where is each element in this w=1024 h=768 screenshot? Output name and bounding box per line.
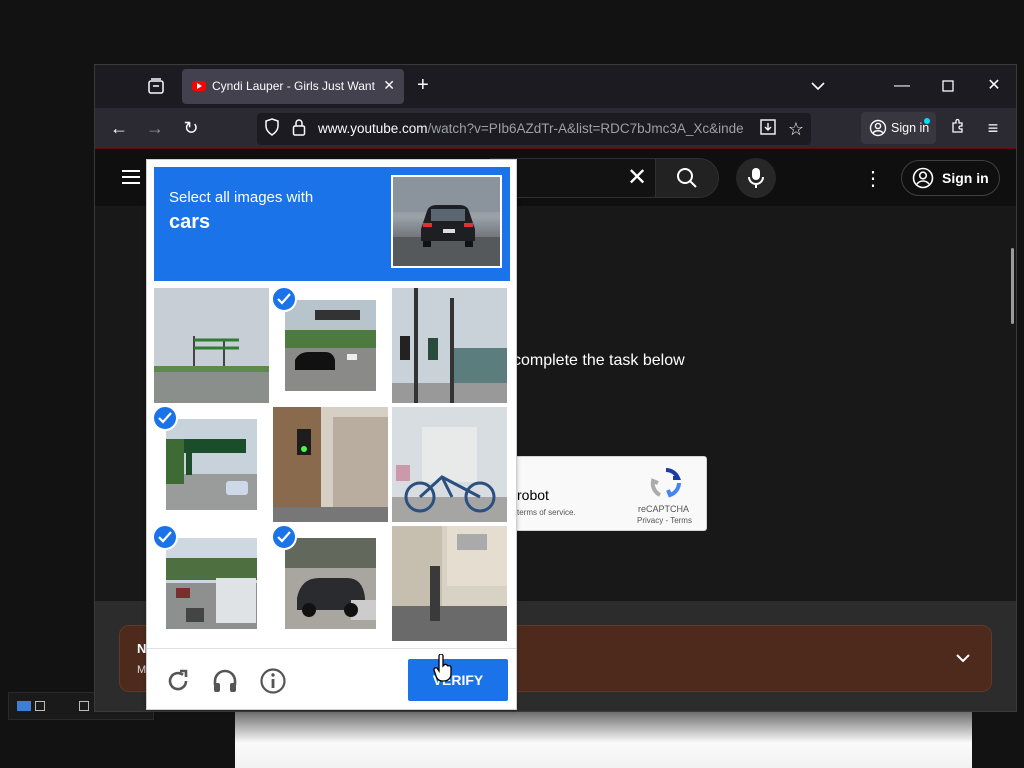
youtube-search-button[interactable] [655, 158, 719, 198]
youtube-signin-label: Sign in [942, 170, 989, 186]
privacy-terms-links[interactable]: Privacy - Terms [637, 516, 692, 525]
bookmark-star-icon[interactable]: ☆ [785, 118, 807, 140]
info-icon[interactable] [259, 667, 287, 695]
more-options-icon[interactable]: ⋮ [863, 166, 883, 190]
tos-text[interactable]: terms of service. [517, 508, 576, 517]
notice-title: N [137, 641, 147, 656]
maximize-icon[interactable] [937, 75, 959, 97]
captcha-footer: VERIFY [147, 648, 516, 711]
shield-icon[interactable] [261, 118, 283, 140]
clear-search-icon[interactable]: ✕ [623, 164, 651, 192]
reload-icon[interactable]: ↻ [180, 117, 202, 139]
account-icon [912, 167, 934, 189]
tile-image [154, 288, 269, 403]
url-text[interactable]: www.youtube.com/watch?v=PIb6AZdTr-A&list… [318, 121, 748, 136]
captcha-tile[interactable] [392, 407, 507, 522]
new-tab-icon[interactable]: + [417, 75, 429, 95]
tab-close-icon[interactable]: ✕ [383, 77, 395, 94]
audio-challenge-icon[interactable] [211, 667, 239, 695]
url-bar[interactable]: www.youtube.com/watch?v=PIb6AZdTr-A&list… [257, 113, 811, 145]
menu-icon[interactable]: ≡ [982, 117, 1004, 139]
background-document [235, 712, 972, 768]
youtube-favicon-icon [192, 81, 206, 91]
tile-image [166, 419, 257, 510]
captcha-target: cars [169, 211, 211, 233]
tile-image [392, 526, 507, 641]
hamburger-icon[interactable] [121, 168, 141, 186]
app-icon [17, 701, 31, 711]
recaptcha-brand: reCAPTCHA [638, 504, 690, 514]
list-all-tabs-icon[interactable] [809, 77, 827, 95]
chevron-down-icon[interactable] [953, 648, 973, 668]
recaptcha-checkbox-widget[interactable]: robot terms of service. reCAPTCHA Privac… [504, 456, 707, 531]
url-path: /watch?v=PIb6AZdTr-A&list=RDC7bJmc3A_Xc&… [427, 121, 744, 136]
captcha-tile[interactable] [392, 288, 507, 403]
recaptcha-logo-icon [650, 467, 682, 499]
reload-challenge-icon[interactable] [164, 667, 192, 695]
captcha-tile[interactable] [273, 407, 388, 522]
search-icon [677, 168, 697, 188]
account-icon [869, 119, 887, 137]
captcha-header: Select all images with cars [154, 167, 510, 281]
lock-icon[interactable] [288, 118, 310, 140]
captcha-tile[interactable] [392, 526, 507, 641]
microphone-icon [748, 168, 764, 188]
tile-image [273, 407, 388, 522]
captcha-tile[interactable] [154, 407, 269, 522]
notification-dot [924, 118, 930, 124]
firefox-signin-label: Sign in [891, 121, 930, 135]
task-instruction: complete the task below [513, 352, 685, 369]
tile-image [166, 538, 257, 629]
voice-search-button[interactable] [736, 158, 776, 198]
captcha-tile[interactable] [273, 288, 388, 403]
captcha-tile[interactable] [154, 288, 269, 403]
tab-groups-icon[interactable] [147, 77, 167, 97]
captcha-tile[interactable] [154, 526, 269, 641]
extensions-icon[interactable] [947, 117, 969, 139]
nav-bar: ← → ↻ www.youtube.com/watch?v=PIb6AZdTr-… [95, 108, 1016, 149]
tile-image [285, 538, 376, 629]
captcha-challenge: Select all images with cars VERIFY [146, 159, 517, 710]
back-icon[interactable]: ← [108, 117, 130, 139]
captcha-tile[interactable] [273, 526, 388, 641]
youtube-signin-button[interactable]: Sign in [901, 160, 1000, 196]
download-page-icon[interactable] [757, 118, 779, 140]
window-icon [35, 701, 45, 711]
tab-youtube[interactable]: Cyndi Lauper - Girls Just Want T ✕ [182, 69, 404, 104]
notice-subtitle: M [137, 664, 147, 676]
tab-bar: Cyndi Lauper - Girls Just Want T ✕ + — ✕ [95, 65, 1016, 108]
maximize-icon[interactable] [79, 701, 89, 711]
verify-button[interactable]: VERIFY [408, 659, 508, 701]
firefox-signin-button[interactable]: Sign in [861, 112, 936, 144]
tile-image [392, 407, 507, 522]
url-domain: www.youtube.com [318, 121, 428, 136]
tile-image [392, 288, 507, 403]
mouse-cursor-icon [433, 653, 453, 687]
tab-title: Cyndi Lauper - Girls Just Want T [212, 79, 377, 93]
scrollbar-thumb[interactable] [1011, 248, 1014, 324]
sample-car-image [391, 175, 502, 268]
captcha-instruction: Select all images with [169, 189, 314, 206]
close-window-icon[interactable]: ✕ [983, 75, 1005, 97]
robot-label: robot [517, 487, 549, 503]
forward-icon[interactable]: → [144, 117, 166, 139]
tile-image [285, 300, 376, 391]
minimize-icon[interactable]: — [891, 75, 913, 97]
